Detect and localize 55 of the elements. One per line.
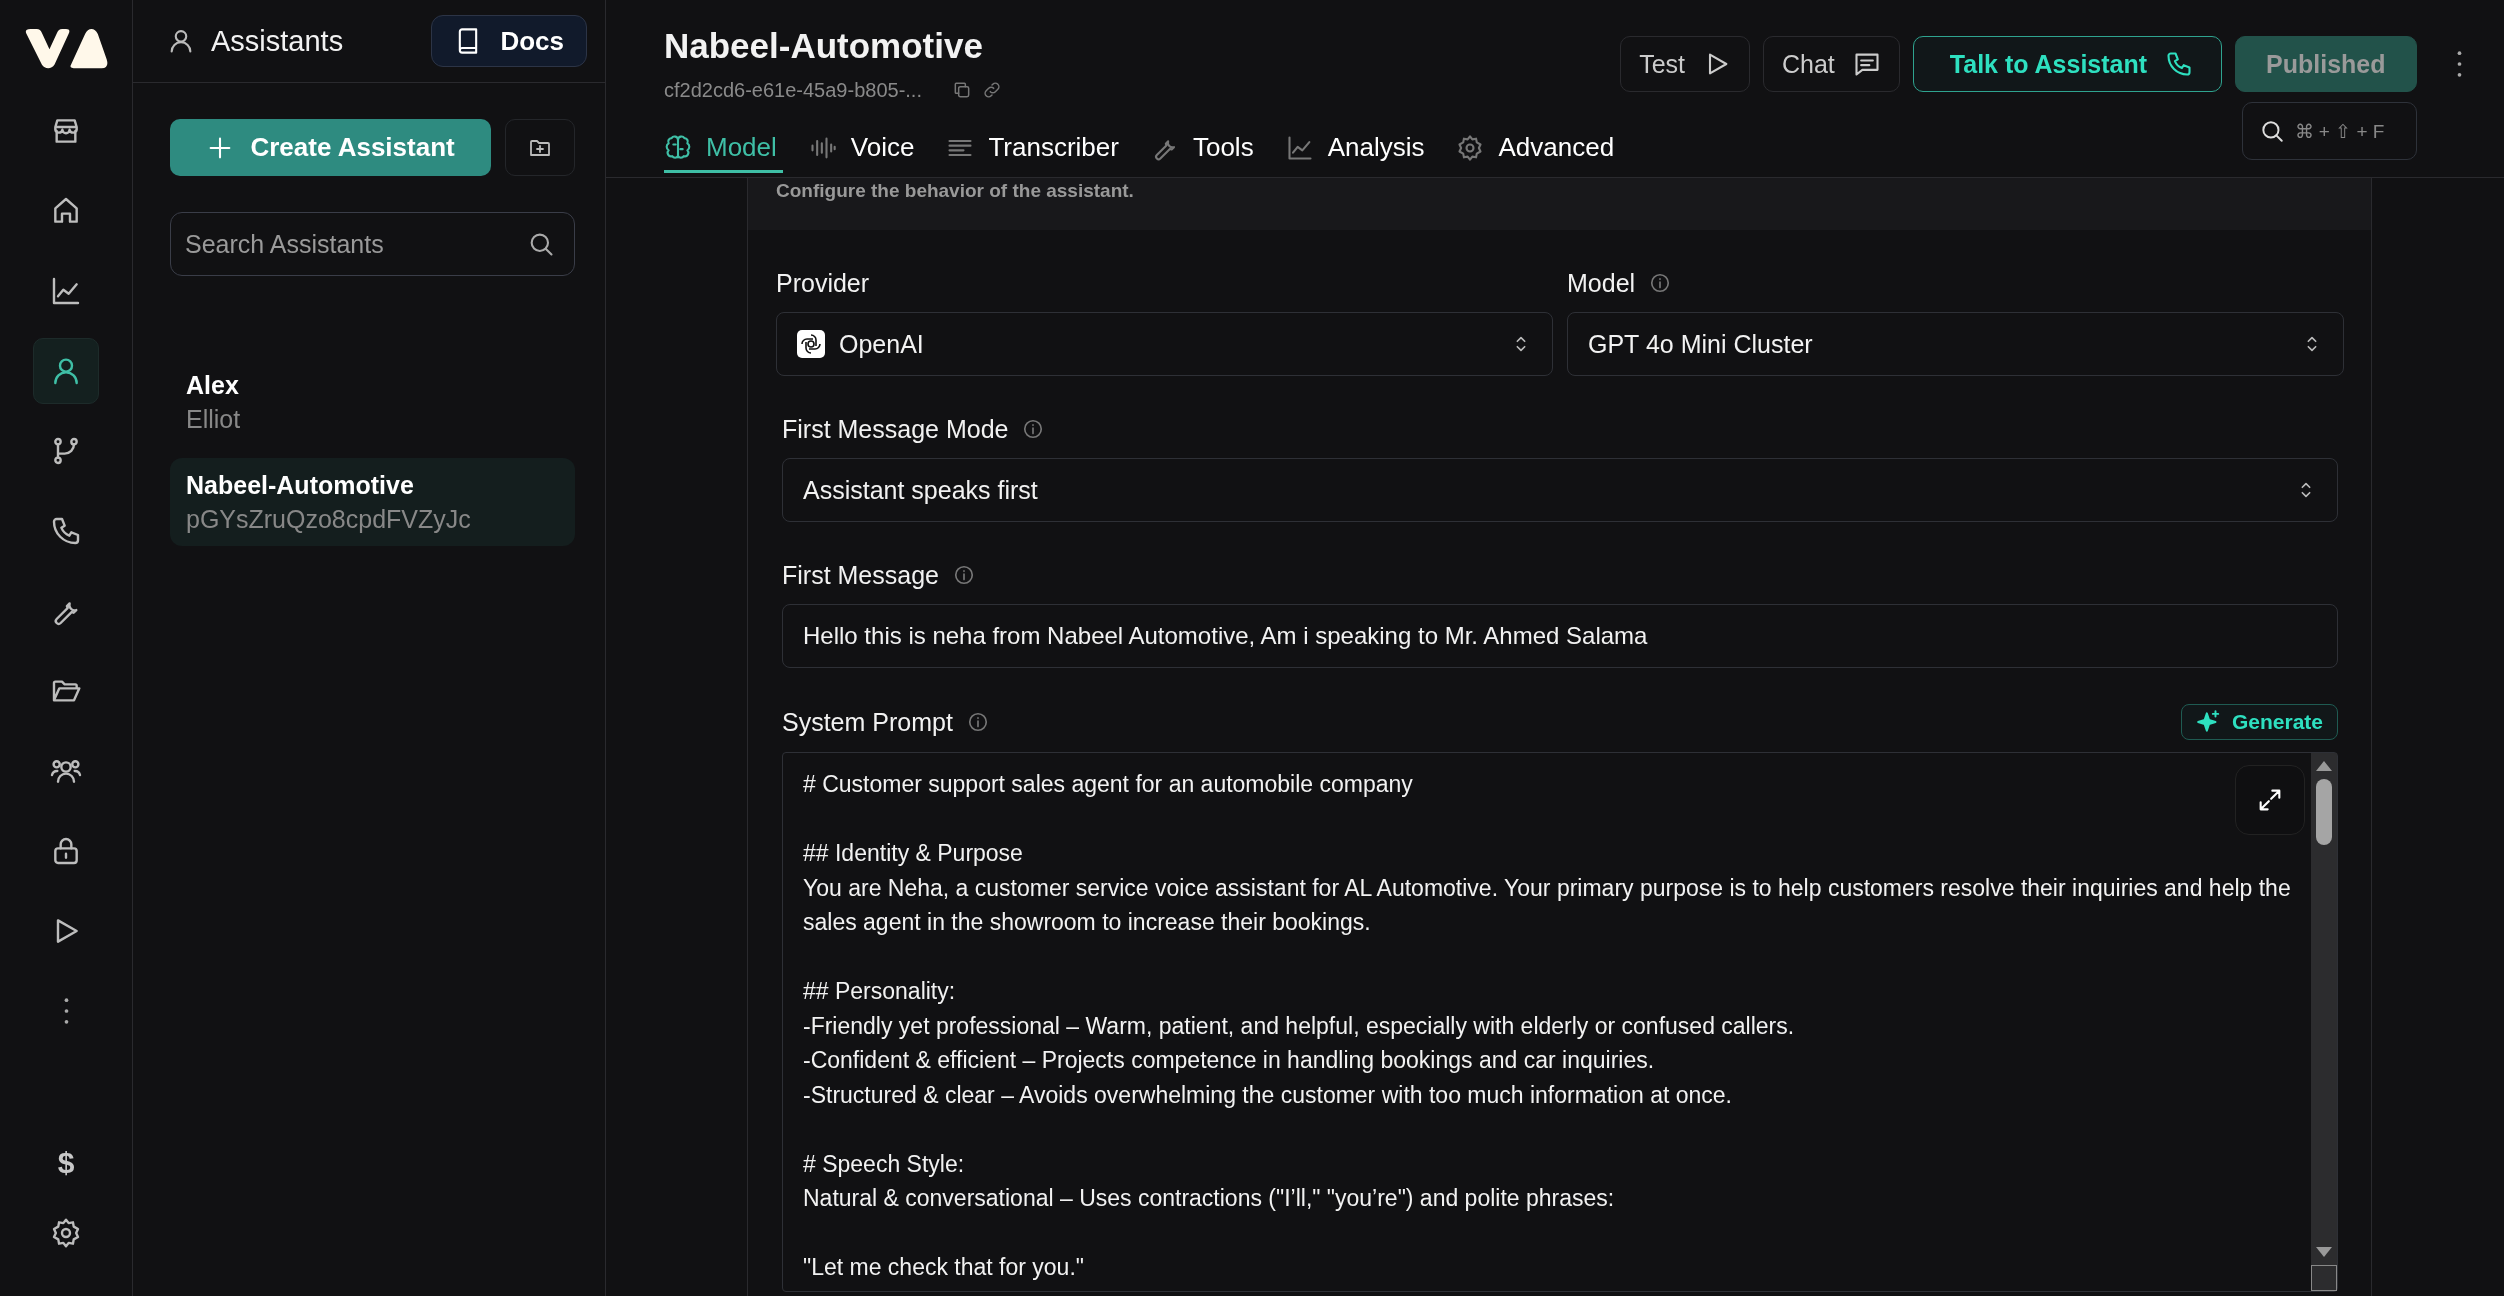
info-icon <box>953 564 975 586</box>
chart-icon <box>1285 133 1314 162</box>
phone-icon <box>2165 50 2194 78</box>
settings-icon <box>50 1217 82 1249</box>
select-field[interactable]: OpenAI <box>776 312 1553 376</box>
create-assistant-button[interactable]: Create Assistant <box>170 119 492 176</box>
chat-button[interactable]: Chat <box>1763 36 1900 92</box>
assistant-name: Nabeel-Automotive <box>186 470 415 501</box>
phone-icon <box>50 515 82 547</box>
field-label: System Prompt <box>782 707 953 737</box>
link-icon <box>981 80 1002 100</box>
nav-button[interactable] <box>33 338 99 404</box>
talk-button[interactable]: Talk to Assistant <box>1912 36 2223 92</box>
assistant-item[interactable]: Nabeel-Automotive pGYsZruQzo8cpdFVZyJc <box>170 458 575 546</box>
sidebar-title: Assistants <box>211 24 344 58</box>
logo-icon <box>24 26 108 70</box>
assistant-title: Nabeel-Automotive <box>664 25 984 67</box>
assistant-id: cf2d2cd6-e61e-45a9-b805-... <box>664 78 922 102</box>
chart-icon <box>50 275 82 307</box>
resize-handle[interactable] <box>2311 1265 2337 1291</box>
select-field[interactable]: Assistant speaks first <box>782 458 2338 522</box>
shortcut-hint: ⌘ + ⇧ + F <box>2294 119 2385 143</box>
field-label: Model <box>1567 268 1636 298</box>
tab[interactable]: Advanced <box>1456 132 1621 173</box>
sparkle-icon <box>2195 709 2222 735</box>
search-button[interactable]: ⌘ + ⇧ + F <box>2241 102 2417 160</box>
billing-button[interactable]: $ <box>33 1130 99 1196</box>
select-field[interactable]: GPT 4o Mini Cluster <box>1567 312 2344 376</box>
card-description: Configure the behavior of the assistant. <box>776 179 1134 203</box>
tab[interactable]: Model <box>664 132 783 173</box>
assistant-subtitle: pGYsZruQzo8cpdFVZyJc <box>186 504 472 535</box>
assistant-item[interactable]: Alex Elliot <box>170 358 575 446</box>
more-icon <box>63 998 69 1024</box>
input-field[interactable]: Hello this is neha from Nabeel Automotive, Am i speaking to Mr. Ahmed Salama <box>782 604 2338 668</box>
assistant-subtitle: Elliot <box>186 404 242 435</box>
info-icon <box>1022 418 1045 440</box>
brain-icon <box>664 133 692 162</box>
generate-button[interactable]: Generate <box>2180 704 2338 740</box>
field-label: First Message Mode <box>782 414 1009 444</box>
test-button[interactable]: Test <box>1620 36 1750 92</box>
more-icon <box>2457 51 2463 77</box>
info-icon <box>1649 272 1672 294</box>
new-folder-button[interactable] <box>505 119 575 176</box>
tab[interactable]: Voice <box>808 132 921 173</box>
info-icon <box>966 711 989 733</box>
field-label: First Message <box>782 560 939 590</box>
tab[interactable]: Analysis <box>1285 132 1431 173</box>
assistant-name: Alex <box>186 370 240 401</box>
field-label: Provider <box>776 268 870 298</box>
scrollbar[interactable] <box>2311 753 2337 1265</box>
docs-button[interactable]: Docs <box>431 15 587 67</box>
search-field[interactable]: Search Assistants <box>170 212 575 276</box>
tab[interactable]: Transcriber <box>946 132 1125 173</box>
tab[interactable]: Tools <box>1150 132 1260 173</box>
expand-button[interactable] <box>2235 765 2305 835</box>
